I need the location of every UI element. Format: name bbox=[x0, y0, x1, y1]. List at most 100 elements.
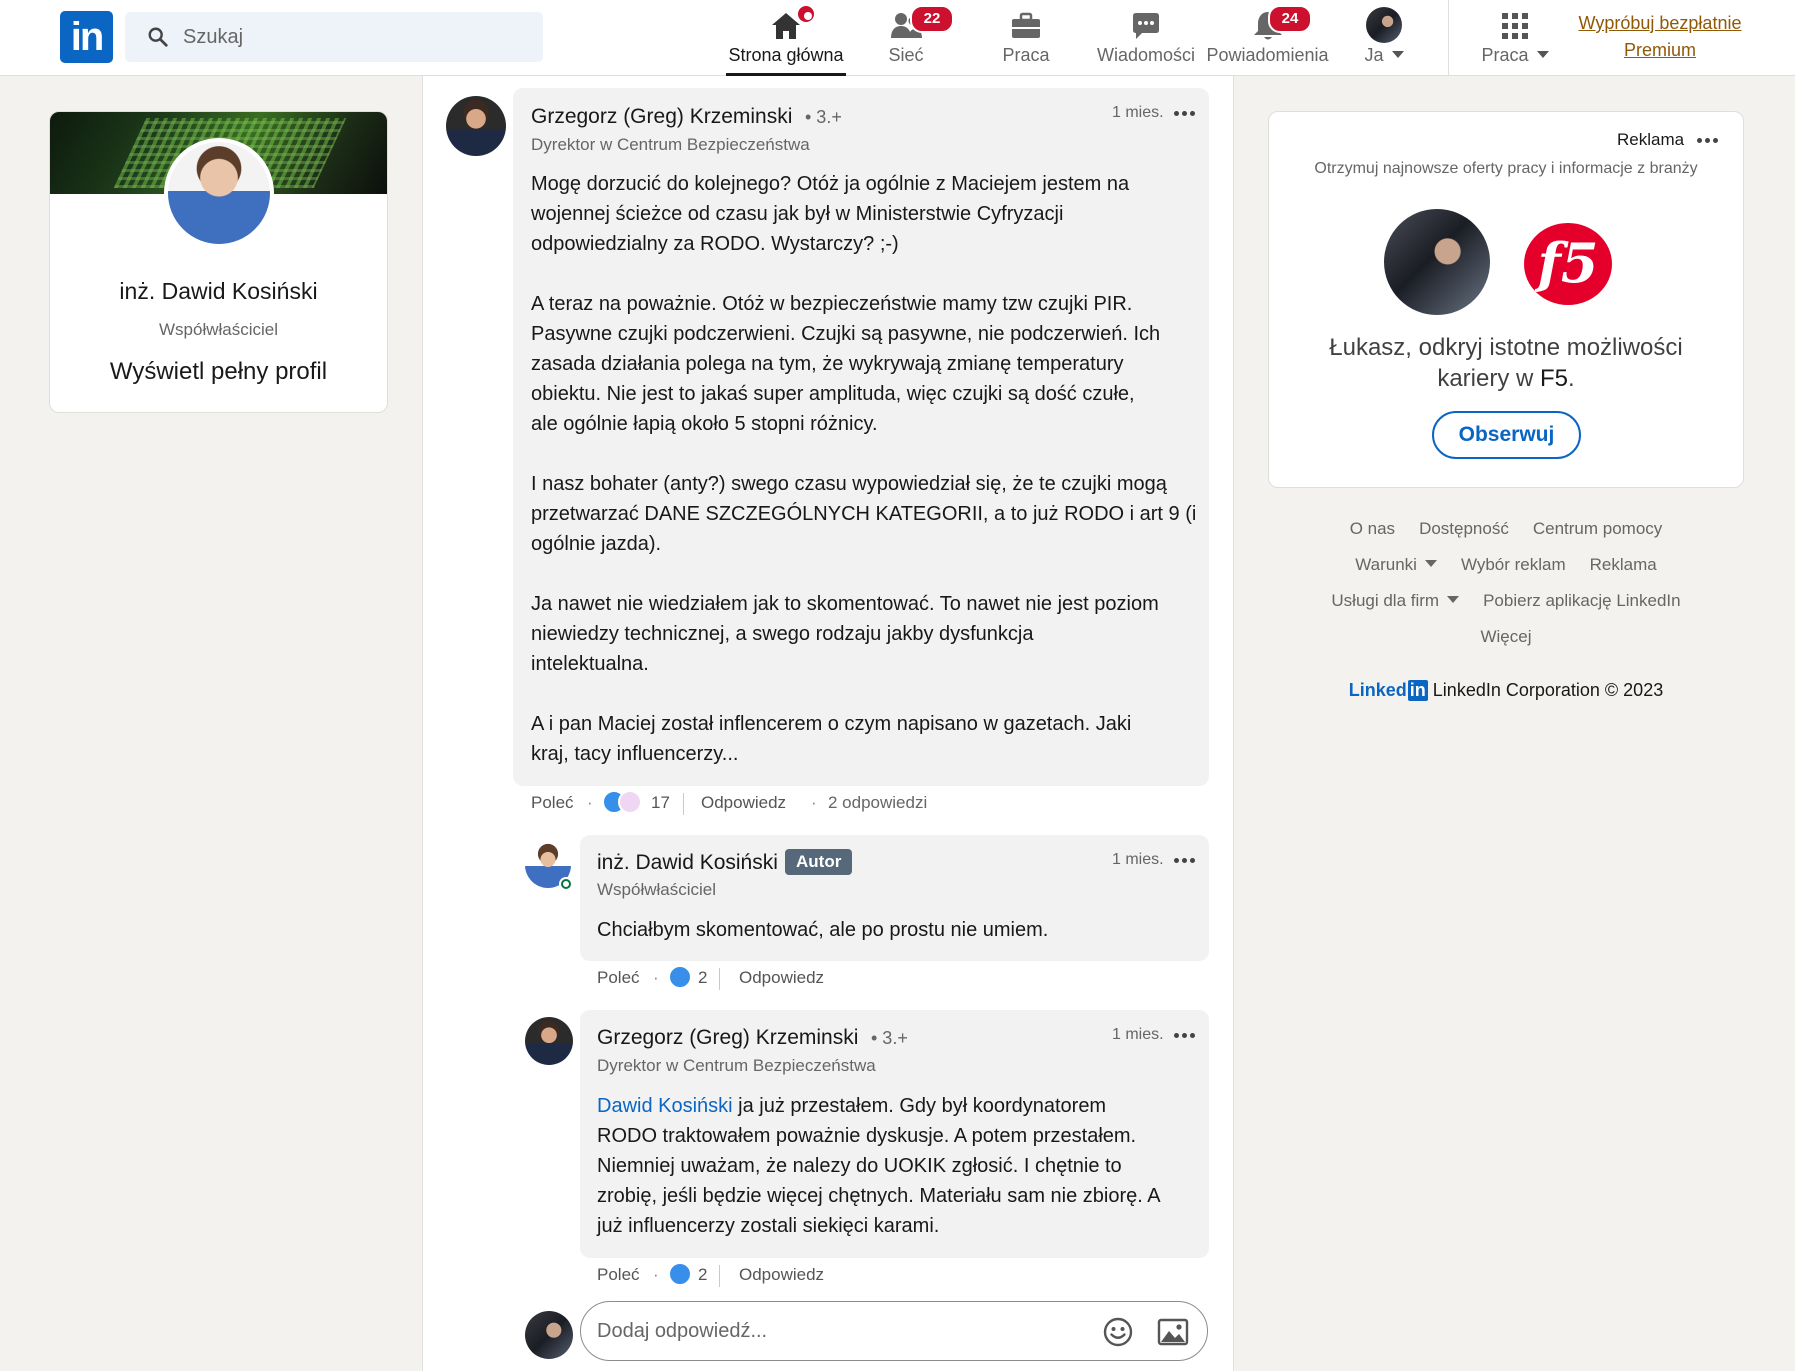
reply-author-avatar[interactable] bbox=[525, 1017, 573, 1065]
avatar bbox=[1366, 7, 1402, 43]
more-options-icon[interactable] bbox=[1174, 1033, 1198, 1039]
reply-button[interactable]: Odpowiedz bbox=[701, 793, 786, 813]
separator-dot: · bbox=[653, 1265, 659, 1284]
chevron-down-icon bbox=[1447, 596, 1460, 603]
footer-row: Więcej bbox=[1268, 627, 1744, 647]
nav-me-label: Ja bbox=[1352, 45, 1416, 66]
nav-home[interactable]: Strona główna bbox=[726, 0, 846, 76]
chevron-down-icon bbox=[1391, 51, 1404, 58]
ad-text: Łukasz, odkryj istotne możliwości karier… bbox=[1299, 332, 1713, 394]
premium-link[interactable]: Wypróbuj bezpłatnie Premium bbox=[1560, 10, 1760, 64]
linkedin-wordmark: Linked in bbox=[1348, 680, 1428, 701]
reaction-count[interactable]: 2 bbox=[698, 968, 707, 988]
ad-text-suffix: . bbox=[1568, 365, 1575, 392]
copyright: Linked in LinkedIn Corporation © 2023 bbox=[1268, 680, 1744, 701]
comment-author-avatar[interactable] bbox=[446, 96, 506, 156]
reply-button[interactable]: Odpowiedz bbox=[739, 968, 824, 988]
reply-box[interactable] bbox=[580, 1301, 1208, 1361]
more-options-icon[interactable] bbox=[1174, 858, 1198, 864]
comment-actions: Poleć · 17 Odpowiedz · 2 odpowiedzi bbox=[531, 790, 1031, 818]
reply-button[interactable]: Odpowiedz bbox=[739, 1265, 824, 1285]
footer-link-terms[interactable]: Warunki bbox=[1355, 555, 1437, 574]
insightful-reaction-icon bbox=[618, 790, 642, 814]
footer-link-help[interactable]: Centrum pomocy bbox=[1533, 519, 1662, 538]
profile-name[interactable]: inż. Dawid Kosiński bbox=[50, 278, 387, 305]
search-bar[interactable] bbox=[125, 12, 543, 62]
reply-author-name[interactable]: inż. Dawid Kosiński bbox=[597, 851, 778, 875]
more-options-icon[interactable] bbox=[1697, 138, 1721, 144]
reply-author-headline: Współwłaściciel bbox=[597, 880, 717, 899]
separator-dot: · bbox=[587, 793, 593, 812]
connection-degree: • 3.+ bbox=[871, 1028, 908, 1048]
author-badge: Autor bbox=[785, 849, 853, 875]
emoji-icon[interactable] bbox=[1102, 1316, 1134, 1348]
nav-messaging-label: Wiadomości bbox=[1096, 45, 1196, 65]
like-reaction-icon bbox=[668, 1262, 692, 1286]
separator-dot: · bbox=[811, 793, 817, 812]
footer-link-about[interactable]: O nas bbox=[1350, 519, 1395, 538]
reply-input[interactable] bbox=[597, 1302, 1077, 1360]
footer-link-advertising[interactable]: Reklama bbox=[1590, 555, 1657, 574]
footer-link-app[interactable]: Pobierz aplikację LinkedIn bbox=[1483, 591, 1681, 610]
ad-text-prefix: Łukasz, odkryj istotne możliwości karier… bbox=[1329, 334, 1683, 392]
nav-messaging[interactable]: Wiadomości bbox=[1096, 0, 1196, 76]
profile-avatar[interactable] bbox=[164, 138, 274, 248]
search-input[interactable] bbox=[183, 12, 523, 62]
network-badge: 22 bbox=[910, 5, 954, 33]
mention-link[interactable]: Dawid Kosiński bbox=[597, 1095, 733, 1117]
reply-text: Dawid Kosiński ja już przestałem. Gdy by… bbox=[597, 1091, 1197, 1241]
ad-card: Reklama Otrzymuj najnowsze oferty pracy … bbox=[1268, 111, 1744, 488]
action-divider bbox=[719, 1265, 720, 1287]
reply-time: 1 mies. bbox=[1112, 851, 1164, 868]
action-divider bbox=[719, 968, 720, 990]
chevron-down-icon bbox=[1424, 560, 1437, 567]
nav-network[interactable]: 22 Sieć bbox=[866, 0, 954, 76]
like-button[interactable]: Poleć bbox=[597, 968, 640, 988]
reply-actions: Poleć · 2 Odpowiedz bbox=[597, 1262, 897, 1290]
like-button[interactable]: Poleć bbox=[597, 1265, 640, 1285]
footer-link-more[interactable]: Więcej bbox=[1480, 627, 1531, 646]
online-status-icon bbox=[559, 877, 573, 891]
more-options-icon[interactable] bbox=[1174, 111, 1198, 117]
f5-logo[interactable]: f5 bbox=[1524, 223, 1612, 305]
reply-author-name[interactable]: Grzegorz (Greg) Krzeminski bbox=[597, 1026, 858, 1050]
ad-company: F5 bbox=[1540, 365, 1569, 392]
footer-link-accessibility[interactable]: Dostępność bbox=[1419, 519, 1509, 538]
linkedin-logo[interactable]: in bbox=[60, 11, 113, 63]
replies-count[interactable]: 2 odpowiedzi bbox=[828, 793, 927, 813]
ad-label[interactable]: Reklama bbox=[1617, 130, 1684, 150]
reaction-count[interactable]: 2 bbox=[698, 1265, 707, 1285]
footer-row: O nas Dostępność Centrum pomocy bbox=[1268, 519, 1744, 539]
comment-time: 1 mies. bbox=[1112, 104, 1164, 121]
reaction-count[interactable]: 17 bbox=[651, 793, 670, 813]
reply-time: 1 mies. bbox=[1112, 1026, 1164, 1043]
nav-work[interactable]: Praca bbox=[1470, 0, 1560, 76]
search-icon bbox=[148, 27, 168, 47]
image-icon[interactable] bbox=[1157, 1317, 1189, 1347]
footer-row: Warunki Wybór reklam Reklama bbox=[1268, 555, 1744, 575]
notification-dot bbox=[796, 4, 816, 24]
nav-jobs[interactable]: Praca bbox=[986, 0, 1066, 76]
messaging-icon bbox=[1133, 13, 1159, 39]
like-reaction-icon bbox=[668, 965, 692, 989]
nav-notifications[interactable]: 24 Powiadomienia bbox=[1205, 0, 1330, 76]
nav-me[interactable]: Ja bbox=[1352, 0, 1416, 76]
chevron-down-icon bbox=[1536, 51, 1549, 58]
grid-icon bbox=[1502, 13, 1528, 39]
comment-author-name[interactable]: Grzegorz (Greg) Krzeminski bbox=[531, 105, 792, 129]
follow-button[interactable]: Obserwuj bbox=[1432, 411, 1581, 459]
action-divider bbox=[683, 793, 684, 815]
premium-line2: Premium bbox=[1623, 40, 1696, 60]
nav-work-label: Praca bbox=[1470, 45, 1560, 66]
reply-actions: Poleć · 2 Odpowiedz bbox=[597, 965, 897, 993]
top-navigation: in Strona główna 22 Sieć Praca Wiadomośc… bbox=[0, 0, 1795, 76]
footer-link-business[interactable]: Usługi dla firm bbox=[1331, 591, 1460, 610]
view-full-profile-link[interactable]: Wyświetl pełny profil bbox=[50, 358, 387, 386]
footer-link-ad-choices[interactable]: Wybór reklam bbox=[1461, 555, 1566, 574]
footer-row: Usługi dla firm Pobierz aplikację LinkedI… bbox=[1268, 591, 1744, 611]
reply-author-headline: Dyrektor w Centrum Bezpieczeństwa bbox=[597, 1056, 876, 1075]
nav-jobs-label: Praca bbox=[1002, 45, 1050, 65]
briefcase-icon bbox=[1012, 12, 1040, 38]
connection-degree: • 3.+ bbox=[805, 107, 842, 127]
like-button[interactable]: Poleć bbox=[531, 793, 574, 813]
